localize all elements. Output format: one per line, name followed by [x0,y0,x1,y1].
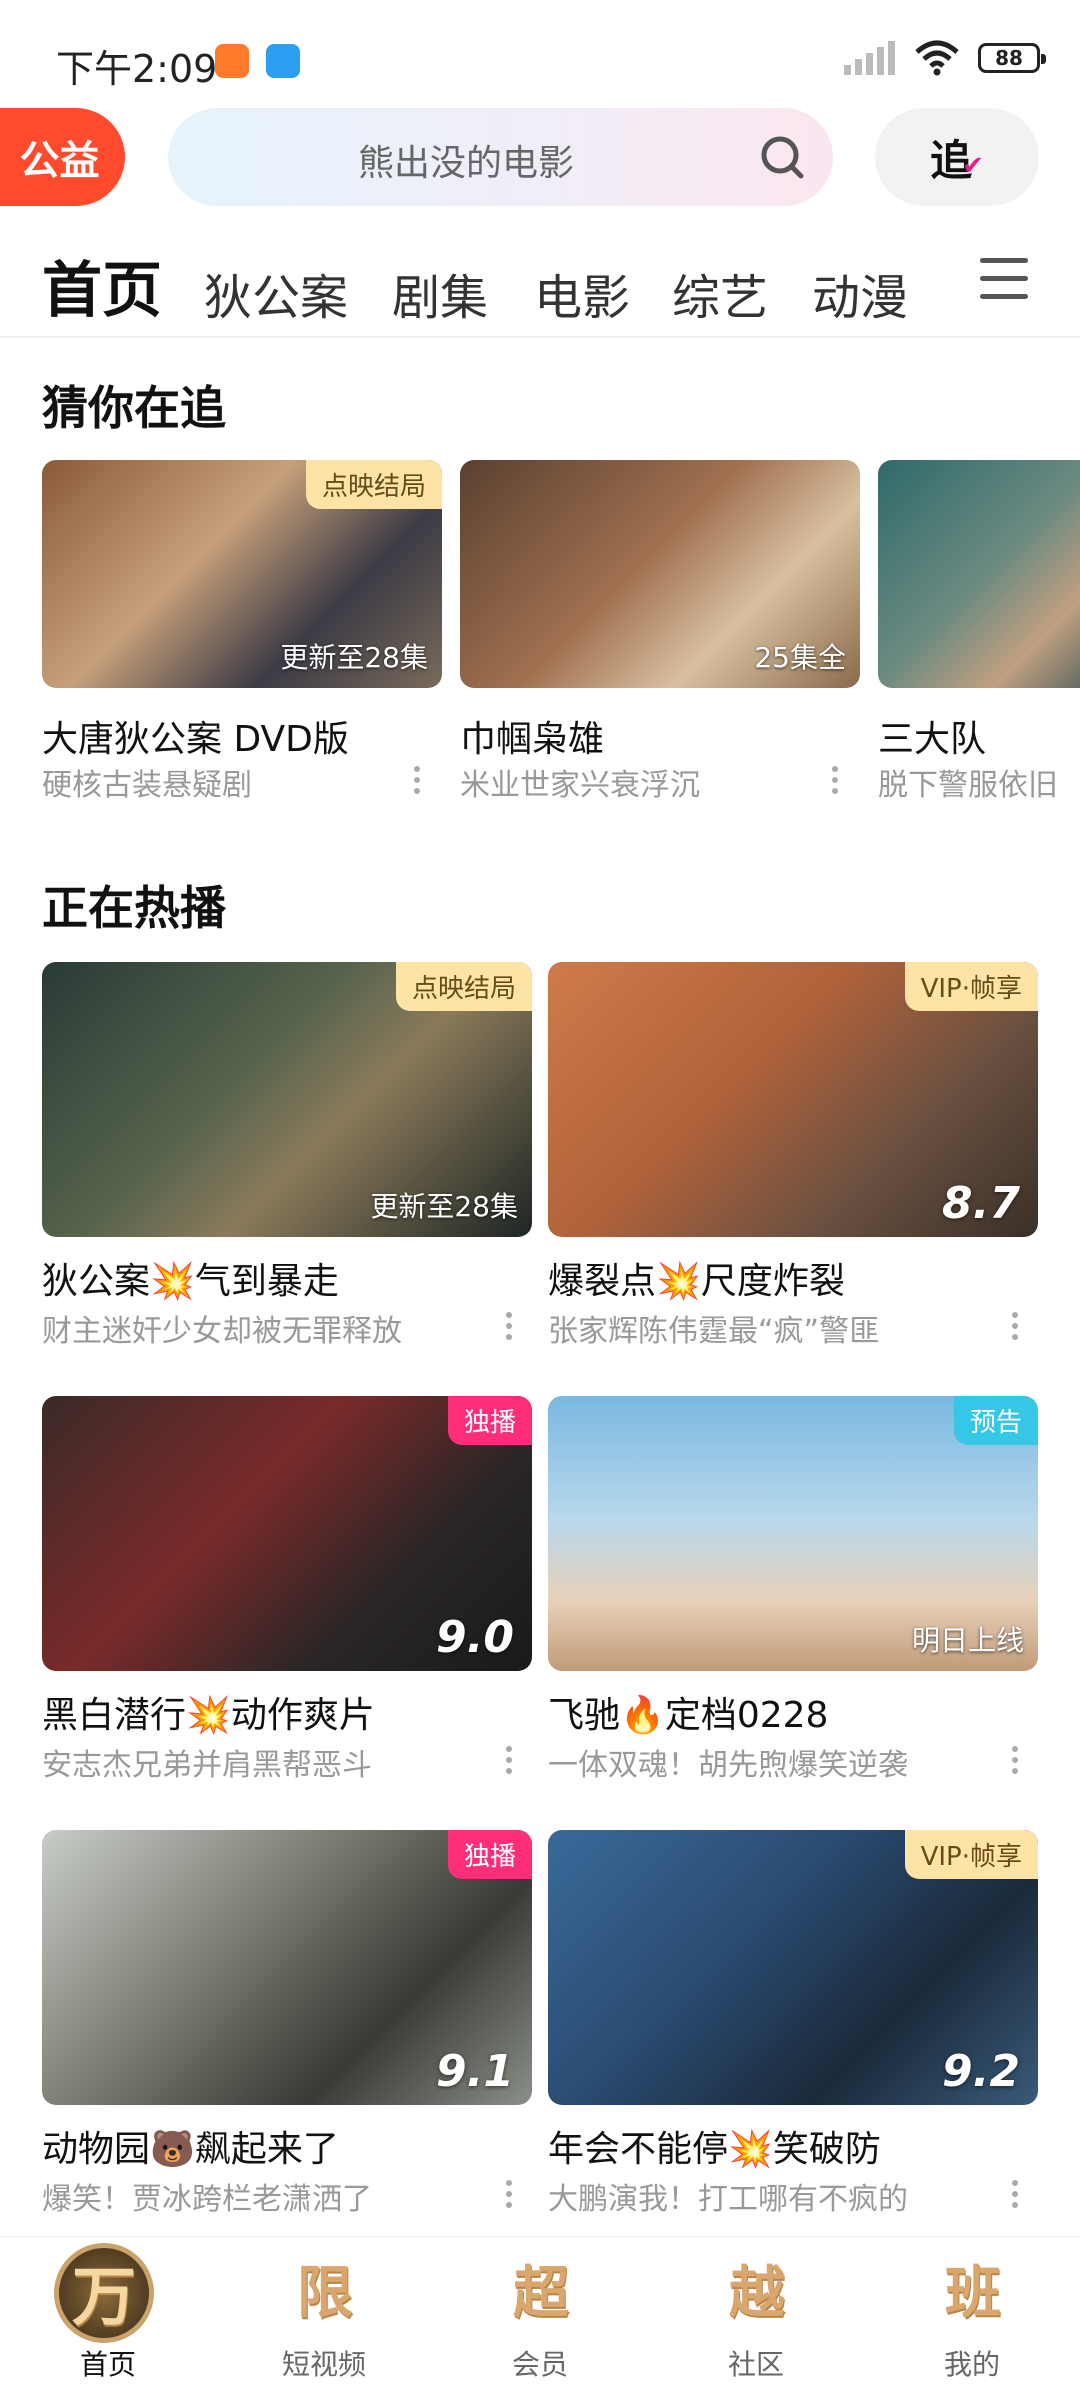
episode-info: 25集全 [754,641,846,674]
guess-card[interactable]: 点映结局 更新至28集 大唐狄公案 DVD版 硬核古装悬疑剧 [42,460,442,810]
short-video-icon: 限 [297,2260,353,2326]
status-time: 下午2:09 [56,47,218,91]
card-subtitle: 爆笑！贾冰跨栏老潇洒了 [42,2182,372,2217]
section-title-hot: 正在热播 [42,881,226,935]
search-bar[interactable]: 熊出没的电影 [168,108,833,206]
battery-icon: 88 [978,43,1046,73]
home-icon: 万 [54,2243,154,2343]
card-subtitle: 米业世家兴衰浮沉 [460,768,700,803]
rating-score: 8.7 [942,1178,1020,1229]
more-options-icon[interactable] [506,1746,512,1779]
nav-home[interactable]: 万 首页 [0,2237,216,2401]
nav-vip[interactable]: 超 会员 [432,2237,648,2401]
card-title: 动物园🐻飙起来了 [42,2129,339,2170]
poster-image [878,460,1080,688]
nav-short-video[interactable]: 限 短视频 [216,2237,432,2401]
hot-card[interactable]: 独播 9.1 动物园🐻飙起来了 爆笑！贾冰跨栏老潇洒了 [42,1830,532,2220]
card-subtitle: 财主迷奸少女却被无罪释放 [42,1314,402,1349]
rating-score: 9.1 [436,2046,514,2097]
more-options-icon[interactable] [1012,2180,1018,2213]
poster-image: 点映结局 更新至28集 [42,460,442,688]
card-subtitle: 大鹏演我！打工哪有不疯的 [548,2182,908,2217]
poster-image: VIP·帧享 9.2 [548,1830,1038,2105]
tab-variety[interactable]: 综艺 [672,258,768,328]
card-subtitle: 脱下警服依旧 [878,768,1058,803]
section-title-guess: 猜你在追 [42,381,226,435]
more-options-icon[interactable] [1012,1312,1018,1345]
status-badge: 点映结局 [305,460,442,509]
category-tabs: 首页 狄公案 剧集 电影 综艺 动漫 [0,228,1080,338]
nav-label: 我的 [943,2348,1000,2381]
more-options-icon[interactable] [506,1312,512,1345]
poster-image: 点映结局 更新至28集 [42,962,532,1237]
top-bar: 公益 熊出没的电影 追 ✔ [0,108,1080,208]
nav-label: 首页 [79,2348,136,2381]
tab-home[interactable]: 首页 [42,242,162,329]
search-input[interactable]: 熊出没的电影 [358,134,574,186]
hot-card[interactable]: 独播 9.0 黑白潜行💥动作爽片 安志杰兄弟并肩黑帮恶斗 [42,1396,532,1786]
card-title: 狄公案💥气到暴走 [42,1261,339,1302]
more-options-icon[interactable] [832,766,838,799]
episode-info: 更新至28集 [370,1190,518,1223]
status-badge: 独播 [447,1830,532,1879]
charity-button[interactable]: 公益 [0,108,125,206]
rating-score: 9.0 [436,1612,514,1663]
card-subtitle: 硬核古装悬疑剧 [42,768,252,803]
notification-app-icon [215,44,249,78]
poster-image: 独播 9.0 [42,1396,532,1671]
nav-profile[interactable]: 班 我的 [864,2237,1080,2401]
nav-community[interactable]: 越 社区 [648,2237,864,2401]
hot-card[interactable]: VIP·帧享 8.7 爆裂点💥尺度炸裂 张家辉陈伟霆最“疯”警匪 [548,962,1038,1352]
nav-label: 会员 [511,2348,568,2381]
profile-icon: 班 [945,2260,1001,2326]
card-title: 黑白潜行💥动作爽片 [42,1695,375,1736]
poster-image: VIP·帧享 8.7 [548,962,1038,1237]
status-badge: 预告 [953,1396,1038,1445]
episode-info: 更新至28集 [280,641,428,674]
poster-image: 独播 9.1 [42,1830,532,2105]
tab-di-gong-an[interactable]: 狄公案 [204,258,348,328]
poster-image: 预告 明日上线 [548,1396,1038,1671]
hot-card[interactable]: 点映结局 更新至28集 狄公案💥气到暴走 财主迷奸少女却被无罪释放 [42,962,532,1352]
card-title: 爆裂点💥尺度炸裂 [548,1261,845,1302]
vip-icon: 超 [513,2260,569,2326]
more-options-icon[interactable] [1012,1746,1018,1779]
card-title: 巾帼枭雄 [460,719,605,760]
nav-label: 社区 [727,2348,784,2381]
card-title: 年会不能停💥笑破防 [548,2129,881,2170]
tab-movies[interactable]: 电影 [534,258,630,328]
tab-series[interactable]: 剧集 [392,258,488,328]
status-badge: 独播 [447,1396,532,1445]
bottom-navigation: 万 首页 限 短视频 超 会员 越 社区 班 我的 [0,2236,1080,2400]
card-subtitle: 一体双魂！胡先煦爆笑逆袭 [548,1748,908,1783]
card-title: 大唐狄公案 DVD版 [42,719,349,760]
follow-button[interactable]: 追 ✔ [875,108,1039,206]
status-badge: 点映结局 [395,962,532,1011]
signal-icon [844,41,895,75]
status-badge: VIP·帧享 [904,1830,1038,1879]
menu-icon[interactable] [980,258,1028,306]
hot-card[interactable]: 预告 明日上线 飞驰🔥定档0228 一体双魂！胡先煦爆笑逆袭 [548,1396,1038,1786]
check-icon: ✔ [962,151,984,181]
hot-card[interactable]: VIP·帧享 9.2 年会不能停💥笑破防 大鹏演我！打工哪有不疯的 [548,1830,1038,2220]
upload-icon [266,44,300,78]
more-options-icon[interactable] [506,2180,512,2213]
card-title: 三大队 [878,719,987,760]
status-bar: 下午2:09 88 [0,0,1080,100]
rating-score: 9.2 [942,2046,1020,2097]
community-icon: 越 [729,2260,785,2326]
release-info: 明日上线 [911,1624,1024,1657]
guess-card[interactable]: 25集全 巾帼枭雄 米业世家兴衰浮沉 [460,460,860,810]
guess-card[interactable]: 三大队 脱下警服依旧 [878,460,1080,810]
tab-anime[interactable]: 动漫 [812,258,908,328]
more-options-icon[interactable] [414,766,420,799]
status-badge: VIP·帧享 [904,962,1038,1011]
poster-image: 25集全 [460,460,860,688]
nav-label: 短视频 [281,2348,366,2381]
search-icon[interactable] [759,134,805,180]
card-subtitle: 安志杰兄弟并肩黑帮恶斗 [42,1748,372,1783]
card-title: 飞驰🔥定档0228 [548,1695,829,1736]
card-subtitle: 张家辉陈伟霆最“疯”警匪 [548,1314,880,1349]
wifi-icon [915,40,959,76]
